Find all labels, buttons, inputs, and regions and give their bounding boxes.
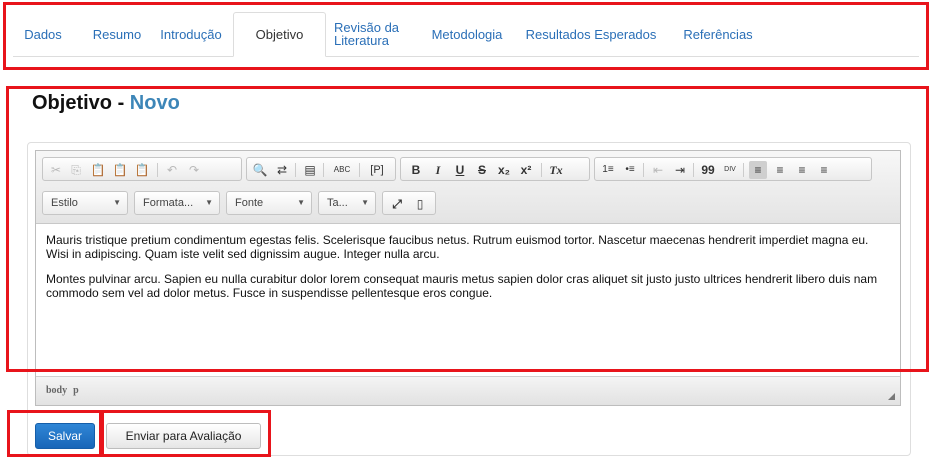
annotation-box-editor [6, 86, 929, 372]
resize-handle-icon[interactable] [888, 393, 895, 400]
path-p[interactable]: p [73, 385, 79, 396]
element-path: body p [46, 385, 85, 396]
path-body[interactable]: body [46, 385, 67, 396]
editor-statusbar: body p [36, 376, 900, 405]
annotation-box-send [99, 410, 271, 457]
annotation-box-tabs [3, 2, 929, 70]
annotation-box-save [7, 410, 104, 457]
